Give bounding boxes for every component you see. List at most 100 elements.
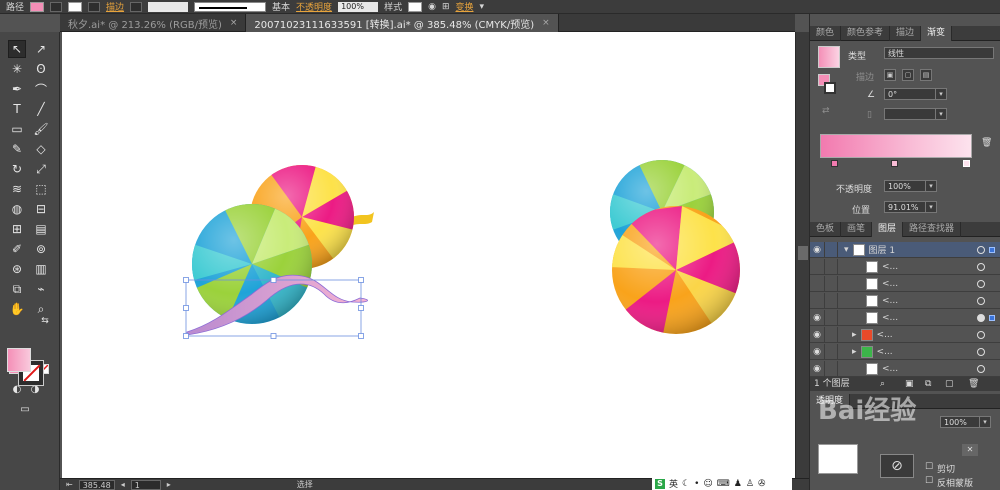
expand-chevron-icon[interactable]: ▸ (852, 330, 857, 340)
clear-mask-icon[interactable]: ✕ (962, 444, 978, 456)
page-field[interactable]: 1 (130, 479, 161, 490)
invert-mask-checkbox[interactable]: ☐ (925, 476, 933, 486)
angle-dropdown[interactable]: ▾ (935, 88, 947, 100)
menu-chevron-icon[interactable]: ▾ (480, 2, 485, 12)
opacity-link[interactable]: 不透明度 (296, 0, 332, 13)
shape-builder-tool-icon[interactable]: ◍ (8, 200, 26, 218)
aspect-ratio-field[interactable] (884, 108, 936, 120)
scrollbar-thumb[interactable] (798, 246, 808, 260)
layer-row[interactable]: <... (810, 293, 1000, 309)
reverse-gradient-icon[interactable]: ⇄ (822, 106, 830, 116)
lock-toggle[interactable] (824, 344, 838, 359)
stroke-profile-preview[interactable] (194, 1, 267, 12)
tab-gradient[interactable]: 渐变 (921, 26, 953, 41)
stroke-along-icon[interactable]: ▢ (902, 69, 914, 81)
tab-document-1[interactable]: 秋夕.ai* @ 213.26% (RGB/预览) × (60, 14, 247, 32)
stroke-dropdown[interactable] (88, 1, 101, 12)
aspect-dropdown[interactable]: ▾ (935, 108, 947, 120)
stop-location-dropdown[interactable]: ▾ (925, 201, 937, 213)
eyedropper-tool-icon[interactable]: ✐ (8, 240, 26, 258)
target-circle-icon[interactable] (977, 279, 985, 288)
lock-toggle[interactable] (824, 293, 838, 308)
recolor-icon[interactable]: ◉ (428, 2, 436, 12)
selection-tool-icon[interactable]: ↖ (8, 40, 26, 58)
perspective-grid-tool-icon[interactable]: ⊟ (32, 200, 50, 218)
scale-tool-icon[interactable]: ⤢ (32, 160, 50, 178)
lock-toggle[interactable] (824, 276, 838, 291)
gradient-slider[interactable] (820, 134, 972, 158)
expand-chevron-icon[interactable]: ▸ (852, 347, 857, 357)
layer-row[interactable]: <... (810, 259, 1000, 275)
target-circle-icon[interactable] (977, 364, 985, 373)
locate-object-icon[interactable]: ⌕ (880, 377, 885, 391)
tab-document-2[interactable]: 20071023111633591 [转换].ai* @ 385.48% (CM… (246, 14, 559, 32)
screen-mode-icon[interactable]: ▭ (16, 400, 34, 418)
target-circle-icon[interactable] (977, 313, 985, 322)
eraser-tool-icon[interactable]: ◇ (32, 140, 50, 158)
ime-moon-icon[interactable]: ☾ (682, 479, 690, 489)
lock-toggle[interactable] (824, 259, 838, 274)
slice-tool-icon[interactable]: ⌁ (32, 280, 50, 298)
close-icon[interactable]: × (230, 18, 238, 28)
artboard[interactable] (62, 32, 795, 478)
layer-row-parent[interactable]: ◉ ▾ 图层 1 (810, 242, 1000, 258)
expand-chevron-icon[interactable]: ▾ (844, 245, 849, 255)
hand-tool-icon[interactable]: ✋ (8, 300, 26, 318)
selection-indicator[interactable] (989, 314, 995, 321)
gradient-tool-icon[interactable]: ▤ (32, 220, 50, 238)
fill-swatch[interactable] (30, 1, 45, 12)
ime-shirt-icon[interactable]: ♙ (746, 479, 754, 489)
tab-layers[interactable]: 图层 (872, 222, 904, 237)
mesh-tool-icon[interactable]: ⊞ (8, 220, 26, 238)
direct-selection-tool-icon[interactable]: ↗ (32, 40, 50, 58)
layer-name[interactable]: 图层 1 (869, 243, 896, 256)
gradient-type-select[interactable]: 线性 (884, 47, 994, 59)
selection-indicator[interactable] (989, 246, 995, 253)
stroke-link[interactable]: 描边 (106, 0, 124, 13)
sublayer-name[interactable]: <... (877, 330, 893, 340)
nav-icon[interactable]: ⇤ (66, 480, 73, 489)
stroke-within-icon[interactable]: ▣ (884, 69, 896, 81)
sublayer-name[interactable]: <... (882, 279, 898, 289)
ime-logo-icon[interactable]: S (655, 478, 665, 489)
transform-link[interactable]: 变换 (455, 0, 473, 13)
vertical-scrollbar[interactable] (795, 32, 809, 478)
lock-toggle[interactable] (824, 242, 838, 257)
tab-pathfinder[interactable]: 路径查找器 (903, 222, 962, 237)
visibility-eye-icon[interactable]: ◉ (810, 245, 824, 255)
layer-row[interactable]: <... (810, 276, 1000, 292)
free-transform-tool-icon[interactable]: ⬚ (32, 180, 50, 198)
style-swatch[interactable] (408, 1, 423, 12)
stop-opacity-dropdown[interactable]: ▾ (925, 180, 937, 192)
stop-opacity-field[interactable]: 100% (884, 180, 926, 192)
fill-dropdown[interactable] (50, 1, 63, 12)
transparency-opacity-field[interactable]: 100% (940, 416, 980, 428)
sublayer-name[interactable]: <... (877, 347, 893, 357)
stop-location-field[interactable]: 91.01% (884, 201, 926, 213)
tab-stroke[interactable]: 描边 (890, 26, 922, 41)
transparency-thumbnail[interactable] (818, 444, 858, 474)
magic-wand-tool-icon[interactable]: ✳ (8, 60, 26, 78)
opacity-field[interactable]: 100% (338, 1, 379, 12)
sublayer-name[interactable]: <... (882, 313, 898, 323)
transparency-opacity-dropdown[interactable]: ▾ (979, 416, 991, 428)
visibility-eye-icon[interactable]: ◉ (810, 313, 824, 323)
lock-toggle[interactable] (824, 310, 838, 325)
gradient-stroke-icon[interactable] (824, 82, 836, 94)
new-sublayer-icon[interactable]: ⧉ (925, 377, 931, 391)
angle-field[interactable]: 0° (884, 88, 936, 100)
warp-tool-icon[interactable]: ≋ (8, 180, 26, 198)
visibility-eye-icon[interactable]: ◉ (810, 347, 824, 357)
target-circle-icon[interactable] (977, 262, 985, 271)
target-circle-icon[interactable] (977, 245, 985, 254)
next-page-icon[interactable]: ▸ (167, 480, 171, 489)
prev-page-icon[interactable]: ◂ (121, 480, 125, 489)
delete-stop-icon[interactable]: 🗑 (981, 138, 992, 148)
sublayer-name[interactable]: <... (882, 364, 898, 374)
target-circle-icon[interactable] (977, 347, 985, 356)
tab-brushes[interactable]: 画笔 (841, 222, 873, 237)
clipping-mask-icon[interactable]: ▣ (905, 377, 914, 391)
gradient-stop-end[interactable] (963, 160, 970, 167)
rectangle-tool-icon[interactable]: ▭ (8, 120, 26, 138)
curvature-tool-icon[interactable]: ⌒ (32, 80, 50, 98)
